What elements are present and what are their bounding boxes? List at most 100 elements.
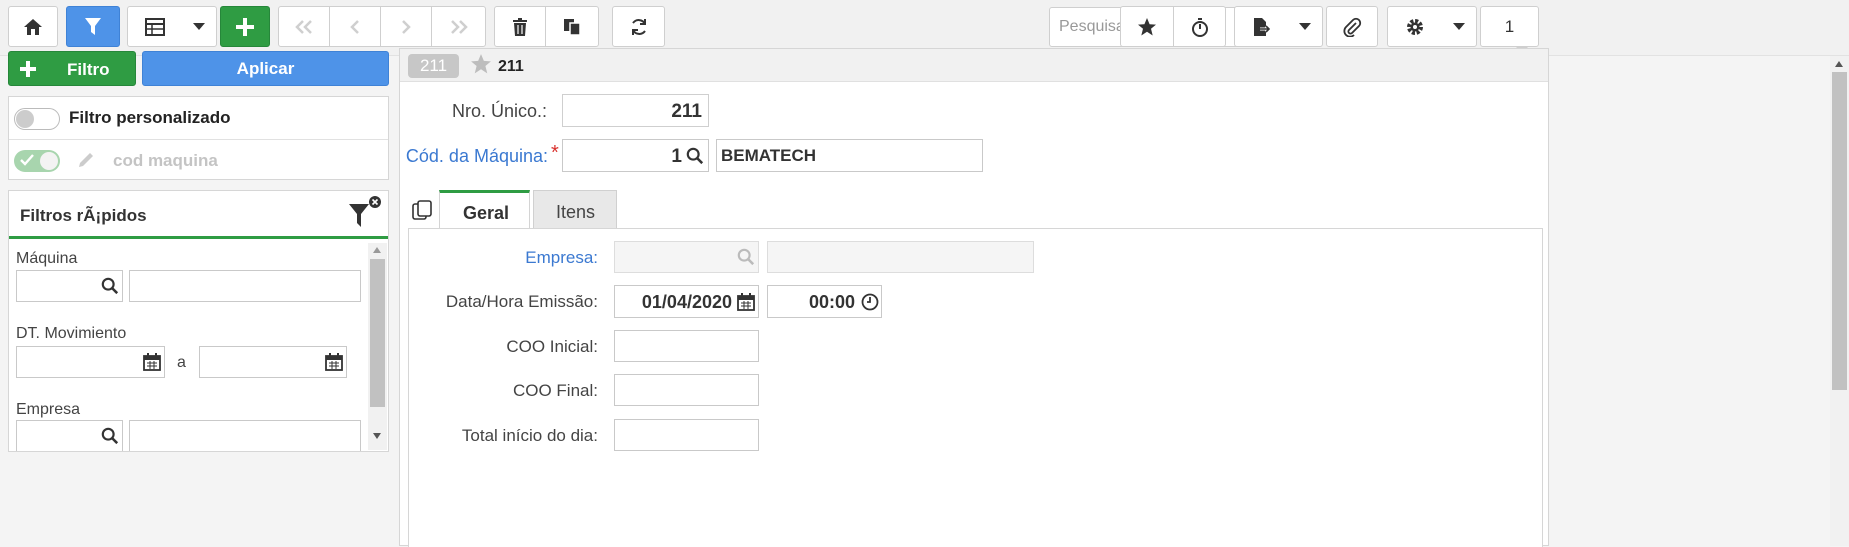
quick-filters-underline: [9, 236, 388, 239]
company-code-field: [614, 241, 759, 273]
company-filter-label: Empresa: [16, 401, 81, 418]
paperclip-icon: [1342, 17, 1362, 37]
settings-dropdown-toggle[interactable]: [1441, 6, 1477, 47]
favorites-button[interactable]: [1120, 6, 1174, 47]
company-desc-filter-input[interactable]: [129, 420, 361, 451]
search-icon[interactable]: [101, 277, 119, 295]
timer-button[interactable]: [1173, 6, 1226, 47]
emission-time-input[interactable]: 00:00: [767, 285, 882, 318]
emission-date-value: 01/04/2020: [641, 292, 732, 312]
refresh-icon: [629, 17, 649, 37]
date-from-input[interactable]: [16, 346, 165, 378]
date-to-input[interactable]: [199, 346, 347, 378]
search-icon[interactable]: [101, 427, 119, 445]
add-filter-label: Filtro: [67, 60, 110, 79]
machine-description-value: BEMATECH: [721, 146, 817, 165]
total-day-start-label: Total início do dia:: [461, 426, 598, 445]
first-record-button[interactable]: [278, 6, 330, 47]
stopwatch-icon: [1191, 17, 1209, 37]
quick-filters-panel: Filtros rÃ¡pidos Máquina DT. Movimiento …: [8, 190, 389, 452]
home-button[interactable]: [8, 6, 58, 47]
geral-tab-content: Empresa: Data/Hora Emissão: 01/04/2020 0…: [408, 228, 1543, 547]
clock-icon[interactable]: [861, 293, 879, 311]
coo-end-input[interactable]: [614, 374, 759, 406]
clear-filters-icon[interactable]: [347, 194, 383, 230]
record-title: 211: [498, 58, 524, 75]
divider: [9, 139, 388, 140]
calendar-icon[interactable]: [325, 353, 343, 371]
double-chevron-right-icon: [448, 19, 470, 35]
tab-itens[interactable]: Itens: [533, 190, 617, 228]
add-record-button[interactable]: [220, 6, 270, 47]
filters-scrollbar[interactable]: [368, 243, 387, 450]
add-filter-button[interactable]: Filtro: [8, 51, 136, 86]
record-header: 211 211: [400, 49, 1548, 82]
tab-geral[interactable]: Geral: [439, 190, 530, 228]
chevron-left-icon: [349, 19, 361, 35]
machine-code-value: 1: [671, 146, 682, 167]
calendar-icon[interactable]: [737, 293, 755, 311]
record-panel: 211 211 Nro. Único.: 211 Cód. da Máquina…: [399, 48, 1549, 547]
unique-number-value: 211: [671, 101, 702, 122]
machine-code-label[interactable]: Cód. da Máquina:: [400, 146, 548, 167]
attachments-button[interactable]: [1326, 6, 1378, 47]
tab-itens-label: Itens: [556, 202, 596, 222]
scrollbar-thumb[interactable]: [1832, 72, 1847, 390]
search-icon[interactable]: [686, 147, 704, 165]
home-icon: [23, 18, 43, 36]
page-number-indicator[interactable]: 1: [1480, 6, 1539, 47]
date-filter-label: DT. Movimiento: [16, 325, 127, 342]
quick-filters-title: Filtros rÃ¡pidos: [20, 206, 147, 225]
chevron-right-icon: [400, 19, 412, 35]
page-scrollbar[interactable]: [1830, 56, 1849, 546]
custom-filter-toggle[interactable]: [14, 108, 60, 130]
double-chevron-left-icon: [293, 19, 315, 35]
pencil-icon[interactable]: [77, 151, 95, 169]
previous-record-button[interactable]: [329, 6, 381, 47]
gear-icon: [1405, 17, 1425, 37]
company-label[interactable]: Empresa:: [409, 248, 598, 268]
emission-date-input[interactable]: 01/04/2020: [614, 285, 759, 318]
coo-end-label: COO Final:: [512, 381, 598, 400]
filter-toggles-panel: Filtro personalizado cod maquina: [8, 96, 389, 180]
star-icon[interactable]: [470, 53, 492, 75]
settings-button[interactable]: [1387, 6, 1442, 47]
machine-code-input[interactable]: 1: [562, 139, 709, 172]
company-code-filter-input[interactable]: [16, 420, 123, 451]
machine-desc-filter-input[interactable]: [129, 270, 361, 302]
export-dropdown-toggle[interactable]: [1287, 6, 1323, 47]
total-day-start-input[interactable]: [614, 419, 759, 451]
scrollbar-thumb[interactable]: [370, 259, 385, 407]
clone-tabs-icon[interactable]: [412, 200, 434, 222]
view-dropdown-toggle[interactable]: [181, 6, 217, 47]
calendar-icon[interactable]: [143, 353, 161, 371]
check-icon: [20, 154, 34, 166]
delete-button[interactable]: [494, 6, 546, 47]
filter-toggle-button[interactable]: [66, 6, 120, 47]
chevron-down-icon: [1298, 23, 1311, 30]
apply-filter-button[interactable]: Aplicar: [142, 51, 389, 86]
last-record-button[interactable]: [431, 6, 486, 47]
copy-icon: [563, 18, 581, 36]
file-export-icon: [1252, 17, 1270, 37]
export-button[interactable]: [1234, 6, 1288, 47]
record-id-badge: 211: [408, 54, 459, 78]
duplicate-button[interactable]: [545, 6, 599, 47]
next-record-button[interactable]: [380, 6, 432, 47]
machine-description-field[interactable]: BEMATECH: [716, 139, 983, 172]
coo-start-input[interactable]: [614, 330, 759, 362]
saved-filter-toggle[interactable]: [14, 150, 60, 172]
grid-view-button[interactable]: [127, 6, 182, 47]
scroll-up-arrow-icon[interactable]: [1835, 61, 1843, 67]
unique-number-label: Nro. Único.:: [451, 101, 547, 121]
search-icon: [737, 248, 755, 266]
date-range-separator: a: [177, 354, 186, 371]
scroll-down-arrow-icon[interactable]: [373, 433, 381, 439]
apply-label: Aplicar: [236, 58, 295, 78]
filter-icon: [84, 17, 102, 37]
refresh-button[interactable]: [612, 6, 665, 47]
machine-code-filter-input[interactable]: [16, 270, 123, 302]
scroll-up-arrow-icon[interactable]: [373, 247, 381, 253]
saved-filter-label: cod maquina: [113, 151, 218, 170]
emission-time-value: 00:00: [808, 292, 855, 312]
